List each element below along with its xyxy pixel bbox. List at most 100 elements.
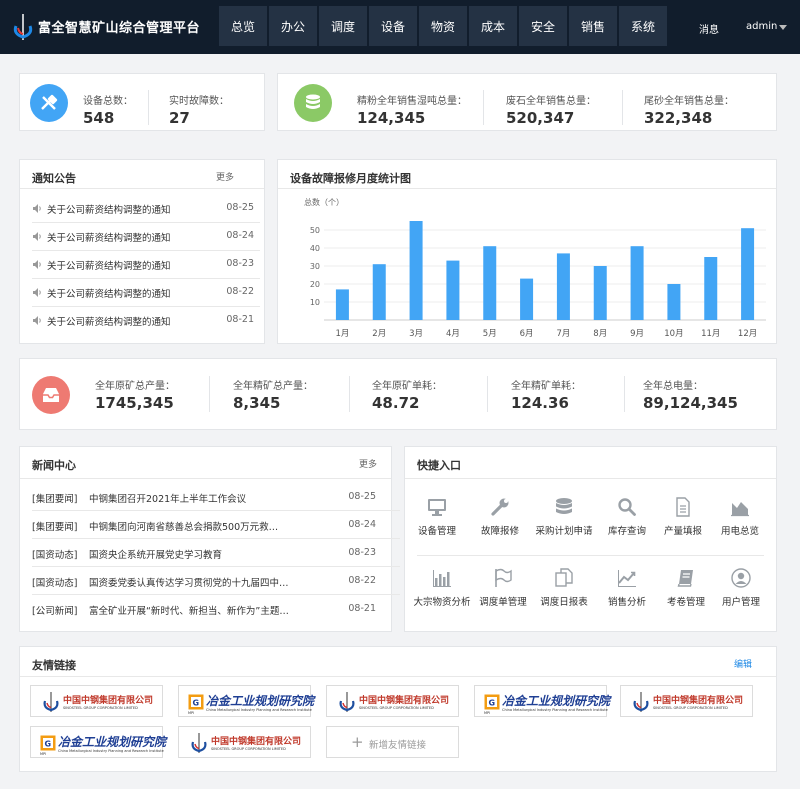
mpi-name: 冶金工业规划研究院 [58,735,167,749]
plus-icon: + [351,733,364,751]
list-item[interactable]: [公司新闻] 富全矿业开展“新时代、新担当、新作为”主题… 08-21 [32,595,400,623]
list-item[interactable]: 关于公司薪资结构调整的通知 08-22 [32,279,260,307]
nav-system[interactable]: 系统 [619,6,667,46]
news-category: [集团要闻] [32,522,78,533]
list-item[interactable]: [集团要闻] 中钢集团召开2021年上半年工作会议 08-25 [32,483,400,511]
sinosteel-en-name: SINOSTEEL GROUP CORPORATION LIMITED [63,706,138,710]
divider [405,478,776,479]
sales-stats-card: 精粉全年销售湿吨总量： 124,345 废石全年销售总量： 520,347 尾砂… [277,73,777,131]
y-axis-label: 总数（个） [304,197,344,207]
divider [417,555,764,556]
y-tick-label: 50 [310,226,320,235]
news-card: 新闻中心 更多 [集团要闻] 中钢集团召开2021年上半年工作会议 08-25 … [19,446,400,632]
quick-item-label: 库存查询 [607,526,646,537]
raw-ore-consumption-value: 48.72 [372,394,420,412]
sinosteel-name: 中国中钢集团有限公司 [211,737,302,747]
sales-concentrate-label: 精粉全年销售湿吨总量： [357,96,467,107]
mpi-logo-icon: G [40,735,56,751]
x-tick-label: 8月 [593,329,607,339]
nav-office[interactable]: 办公 [269,6,317,46]
quick-item-label: 产量填报 [663,526,702,537]
list-item[interactable]: [国资动态] 国资央企系统开展党史学习教育 08-23 [32,539,400,567]
nav-overview[interactable]: 总览 [219,6,267,46]
news-text: 中钢集团向河南省慈善总会捐款500万元救… [89,522,279,533]
user-icon [731,568,751,588]
quick-equipment-management[interactable]: 设备管理 [405,497,469,547]
quick-dispatch-daily[interactable]: 调度日报表 [532,568,596,618]
link-sinosteel[interactable]: 中国中钢集团有限公司 SINOSTEEL GROUP CORPORATION L… [30,685,163,717]
device-stats-card: 设备总数： 548 实时故障数： 27 [19,73,265,131]
logo-icon [13,14,33,40]
nav-equipment[interactable]: 设备 [369,6,417,46]
chevron-down-icon[interactable] [779,25,787,30]
news-category: [国资动态] [32,578,78,589]
sinosteel-name: 中国中钢集团有限公司 [359,696,450,706]
divider [483,90,484,125]
quick-dispatch-order[interactable]: 调度单管理 [471,568,535,618]
notice-text: 关于公司薪资结构调整的通知 [47,233,171,244]
nav-cost[interactable]: 成本 [469,6,517,46]
x-tick-label: 3月 [409,329,423,339]
divider [487,376,488,412]
messages-link[interactable]: 消息 [699,21,719,36]
sinosteel-logo-icon [339,692,355,712]
device-total-value: 548 [83,109,115,127]
add-link-button[interactable]: + 新增友情链接 [326,726,459,758]
notice-title: 通知公告 [32,172,76,185]
document-icon [676,497,690,517]
bar-chart-icon [433,570,451,587]
bar [409,221,423,320]
nav-materials[interactable]: 物资 [419,6,467,46]
divider [148,90,149,125]
quick-sales-analysis[interactable]: 销售分析 [595,568,659,618]
link-sinosteel[interactable]: 中国中钢集团有限公司 SINOSTEEL GROUP CORPORATION L… [326,685,459,717]
list-item[interactable]: [国资动态] 国资委党委认真传达学习贯彻党的十九届四中… 08-22 [32,567,400,595]
notice-date: 08-25 [226,202,254,213]
quick-output-report[interactable]: 产量填报 [651,497,715,547]
quick-user-management[interactable]: 用户管理 [709,568,773,618]
list-item[interactable]: 关于公司薪资结构调整的通知 08-25 [32,195,260,223]
raw-ore-output-label: 全年原矿总产量： [95,381,175,392]
nav-dispatch[interactable]: 调度 [319,6,367,46]
list-item[interactable]: 关于公司薪资结构调整的通知 08-24 [32,223,260,251]
link-mpi[interactable]: G 冶金工业规划研究院 China Metallurgical Industry… [30,726,167,758]
y-tick-label: 40 [310,244,320,253]
quick-purchase-plan[interactable]: 采购计划申请 [532,497,596,547]
link-sinosteel[interactable]: 中国中钢集团有限公司 SINOSTEEL GROUP CORPORATION L… [620,685,753,717]
quick-entry-card: 快捷入口 设备管理 故障报修 采购计划申请 库存查询 产量填报 用电总览 大宗物… [404,446,777,632]
speaker-icon [33,316,41,325]
x-tick-label: 10月 [664,329,683,339]
edit-links-button[interactable]: 编辑 [734,657,752,670]
quick-power-overview[interactable]: 用电总览 [708,497,772,547]
notice-text: 关于公司薪资结构调整的通知 [47,205,171,216]
news-text: 富全矿业开展“新时代、新担当、新作为”主题… [89,606,289,617]
link-mpi[interactable]: G 冶金工业规划研究院 China Metallurgical Industry… [178,685,314,717]
notice-more-link[interactable]: 更多 [216,170,234,183]
device-total-label: 设备总数： [83,96,133,107]
quick-inventory-query[interactable]: 库存查询 [595,497,659,547]
list-item[interactable]: 关于公司薪资结构调整的通知 08-21 [32,307,260,335]
news-more-link[interactable]: 更多 [359,457,377,470]
link-mpi[interactable]: G 冶金工业规划研究院 China Metallurgical Industry… [474,685,610,717]
list-item[interactable]: [集团要闻] 中钢集团向河南省慈善总会捐款500万元救… 08-24 [32,511,400,539]
quick-item-label: 大宗物资分析 [413,597,471,608]
sinosteel-logo-icon [633,692,649,712]
quick-fault-repair[interactable]: 故障报修 [468,497,532,547]
nav-sales[interactable]: 销售 [569,6,617,46]
list-item[interactable]: 关于公司薪资结构调整的通知 08-23 [32,251,260,279]
total-power-label: 全年总电量： [643,381,703,392]
x-tick-label: 4月 [446,329,460,339]
bar [446,260,460,320]
link-sinosteel[interactable]: 中国中钢集团有限公司 SINOSTEEL GROUP CORPORATION L… [178,726,311,758]
bar [335,289,349,320]
y-tick-label: 10 [310,298,320,307]
quick-entry-title: 快捷入口 [417,459,461,472]
svg-text:G: G [489,699,496,708]
quick-bulk-materials[interactable]: 大宗物资分析 [410,568,474,618]
user-menu[interactable]: admin [746,21,777,32]
nav-safety[interactable]: 安全 [519,6,567,46]
quick-item-label: 用户管理 [721,597,760,608]
news-date: 08-25 [348,491,376,502]
sales-concentrate-value: 124,345 [357,109,426,127]
news-text: 国资委党委认真传达学习贯彻党的十九届四中… [89,578,289,589]
